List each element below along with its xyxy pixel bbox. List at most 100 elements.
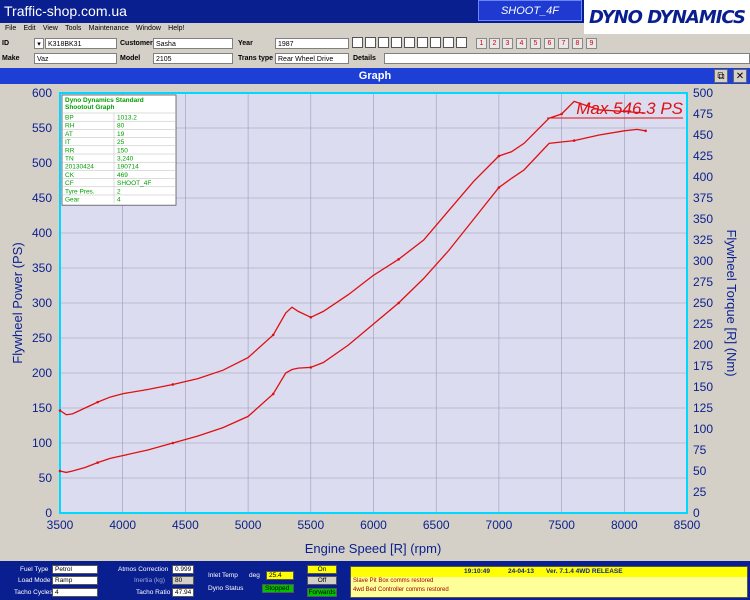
y-tick-label: 200: [32, 366, 52, 380]
inlet-temp-unit: deg: [249, 572, 260, 579]
make-label: Make: [0, 53, 34, 65]
make-field[interactable]: Vaz: [34, 53, 117, 64]
y2-tick-label: 75: [693, 443, 707, 457]
run-button-6[interactable]: 6: [544, 38, 555, 49]
torque-point: [96, 400, 99, 404]
info-key: 20130424: [65, 164, 94, 171]
print-icon[interactable]: [352, 37, 363, 48]
y2-tick-label: 175: [693, 359, 713, 373]
power-point: [96, 461, 99, 464]
status-bar: Fuel Type Petrol Load Mode Ramp Tacho Cy…: [0, 561, 750, 600]
torque-point: [497, 154, 501, 158]
menu-window[interactable]: Window: [136, 23, 161, 35]
run-button-5[interactable]: 5: [530, 38, 541, 49]
menu-help[interactable]: Help!: [168, 23, 184, 35]
export-icon[interactable]: [456, 37, 467, 48]
inertia-value: 80: [172, 576, 194, 585]
graph-window-title: Graph: [0, 68, 750, 84]
model-label: Model: [118, 53, 154, 65]
run-button-4[interactable]: 4: [516, 38, 527, 49]
menu-bar: File Edit View Tools Maintenance Window …: [0, 23, 584, 35]
max-power-annotation: Max 546.3 PS: [576, 99, 683, 118]
inlet-temp-value: 25.4: [266, 571, 294, 580]
y-tick-label: 350: [32, 261, 52, 275]
x-tick-label: 3500: [47, 518, 74, 532]
id-dropdown-icon[interactable]: ▾: [34, 38, 44, 49]
power-point: [271, 392, 275, 396]
year-field[interactable]: 1987: [275, 38, 349, 49]
run-button-3[interactable]: 3: [502, 38, 513, 49]
graph-icon[interactable]: [365, 37, 376, 48]
power-point: [497, 186, 501, 189]
customer-label: Customer: [118, 38, 154, 50]
status-version: Ver. 7.1.4 4WD RELEASE: [546, 568, 623, 575]
model-field[interactable]: 2105: [153, 53, 233, 64]
y-tick-label: 250: [32, 331, 52, 345]
message-line: Slave Pit Box comms restored: [353, 578, 434, 584]
x-tick-label: 5500: [297, 518, 324, 532]
y-tick-label: 400: [32, 226, 52, 240]
chart-icon[interactable]: [378, 37, 389, 48]
grid-icon[interactable]: [443, 37, 454, 48]
list-icon[interactable]: [430, 37, 441, 48]
y2-tick-label: 400: [693, 170, 713, 184]
info-box-subtitle: Shootout Graph: [65, 104, 114, 111]
info-value: 19: [117, 131, 125, 138]
menu-file[interactable]: File: [5, 23, 16, 35]
run-button-1[interactable]: 1: [476, 38, 487, 49]
fuel-type-field[interactable]: Petrol: [52, 565, 98, 574]
site-title: Traffic-shop.com.ua: [4, 3, 127, 19]
trans-type-field[interactable]: Rear Wheel Drive: [275, 53, 349, 64]
info-value: 25: [117, 139, 125, 146]
y-tick-label: 100: [32, 436, 52, 450]
torque-point: [397, 258, 400, 261]
y-tick-label: 500: [32, 156, 52, 170]
y-tick-label: 600: [32, 86, 52, 100]
run-button-2[interactable]: 2: [489, 38, 500, 49]
on-button[interactable]: On: [307, 565, 337, 574]
customer-field[interactable]: Sasha: [153, 38, 233, 49]
info-key: TN: [65, 156, 74, 163]
camera-icon[interactable]: [404, 37, 415, 48]
details-field[interactable]: [384, 53, 750, 64]
x-tick-label: 8500: [674, 518, 701, 532]
id-label: ID: [0, 38, 34, 50]
run-button-9[interactable]: 9: [586, 38, 597, 49]
forwards-button[interactable]: Forwards: [307, 588, 337, 597]
tacho-ratio-value: 47.94: [172, 588, 194, 597]
y2-tick-label: 375: [693, 191, 713, 205]
message-line: 4wd Bed Controller comms restored: [353, 587, 449, 593]
id-field[interactable]: K318BK31: [45, 38, 117, 49]
y2-tick-label: 150: [693, 380, 713, 394]
status-date: 24-04-13: [508, 568, 535, 575]
tacho-cycles-select[interactable]: 4: [52, 588, 98, 597]
x-tick-label: 4000: [109, 518, 136, 532]
table-icon[interactable]: [417, 37, 428, 48]
torque-point: [271, 333, 275, 337]
info-key: RH: [65, 123, 75, 130]
restore-icon[interactable]: ⧉: [714, 69, 728, 83]
stats-icon[interactable]: [391, 37, 402, 48]
x-tick-label: 7000: [486, 518, 513, 532]
power-point: [644, 129, 647, 133]
menu-tools[interactable]: Tools: [65, 23, 81, 35]
y2-tick-label: 0: [693, 506, 700, 520]
menu-edit[interactable]: Edit: [24, 23, 36, 35]
run-button-8[interactable]: 8: [572, 38, 583, 49]
close-icon[interactable]: ✕: [733, 69, 747, 83]
menu-maintenance[interactable]: Maintenance: [89, 23, 129, 35]
menu-view[interactable]: View: [43, 23, 58, 35]
y2-tick-label: 275: [693, 275, 713, 289]
info-key: Gear: [65, 197, 80, 204]
y2-tick-label: 500: [693, 86, 713, 100]
atmos-correction-label: Atmos Correction: [118, 566, 169, 573]
y2-axis-label: Flywheel Torque [R] (Nm): [724, 229, 739, 376]
info-box: Dyno Dynamics StandardShootout Graph BP 10…: [61, 94, 177, 206]
info-key: AT: [65, 131, 73, 138]
y-tick-label: 150: [32, 401, 52, 415]
load-mode-select[interactable]: Ramp: [52, 576, 98, 585]
run-button-7[interactable]: 7: [558, 38, 569, 49]
off-button[interactable]: Off: [307, 576, 337, 585]
shoot-label: SHOOT_4F: [478, 0, 582, 21]
y2-tick-label: 225: [693, 317, 713, 331]
